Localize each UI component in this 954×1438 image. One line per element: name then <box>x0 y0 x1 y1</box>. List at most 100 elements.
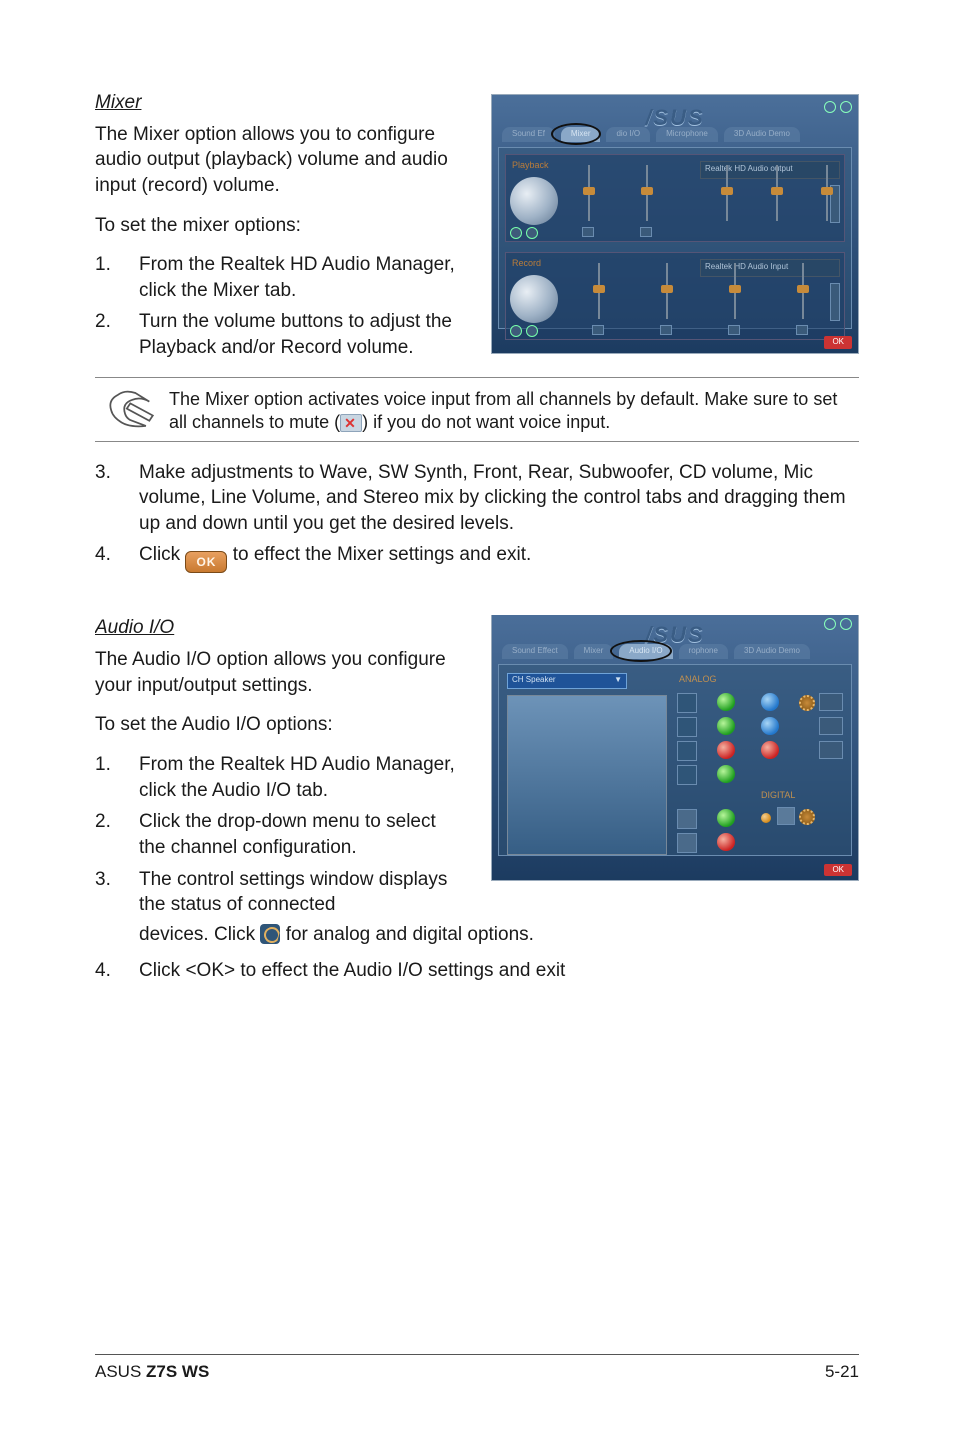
step-text: devices. Click for analog and digital op… <box>139 922 859 948</box>
screenshot-ok-button: OK <box>824 864 852 877</box>
mute-toggle-icon <box>582 227 594 237</box>
jack-red-icon <box>717 833 735 851</box>
step-2: 2. Click the drop-down menu to select th… <box>95 809 465 860</box>
jack-green-icon <box>717 809 735 827</box>
tab-3d-audio: 3D Audio Demo <box>724 127 800 142</box>
footer-brand: ASUS <box>95 1362 146 1381</box>
volume-slider <box>802 263 804 319</box>
step-number <box>95 922 139 948</box>
volume-slider <box>588 165 590 221</box>
screenshot-body: Playback Realtek HD Audio output Record … <box>498 147 852 329</box>
jack-red-icon <box>761 741 779 759</box>
step-2: 2. Turn the volume buttons to adjust the… <box>95 309 465 360</box>
step-4: 4. Click <OK> to effect the Audio I/O se… <box>95 958 859 984</box>
step-text: From the Realtek HD Audio Manager, click… <box>139 252 465 303</box>
mixer-prelist: To set the mixer options: <box>95 213 465 239</box>
note-block: The Mixer option activates voice input f… <box>95 377 859 442</box>
tab-microphone: Microphone <box>656 127 718 142</box>
jack-icon <box>677 717 697 737</box>
step-number: 1. <box>95 752 139 803</box>
step3-line2a: devices. Click <box>139 924 260 945</box>
digital-port-icon <box>677 809 697 829</box>
mute-icon <box>340 414 362 432</box>
wrench-icon <box>799 695 815 711</box>
playback-label: Playback <box>512 159 549 171</box>
note-text: The Mixer option activates voice input f… <box>169 384 859 435</box>
jack-red-icon <box>717 741 735 759</box>
footer-page: 5-21 <box>825 1361 859 1384</box>
playback-device-box: Realtek HD Audio output <box>700 161 840 179</box>
step4-post: to effect the Mixer settings and exit. <box>227 544 531 565</box>
screenshot-body: CH Speaker ANALOG DIGITAL <box>498 664 852 856</box>
volume-slider <box>734 263 736 319</box>
step-text: Click <OK> to effect the Audio I/O setti… <box>139 958 859 984</box>
mixer-screenshot: /SUS Sound Ef Mixer dio I/O Microphone 3… <box>491 94 859 354</box>
footer-model: Z7S WS <box>146 1362 209 1381</box>
record-label: Record <box>512 257 541 269</box>
step-text: Make adjustments to Wave, SW Synth, Fron… <box>139 460 859 537</box>
step-number: 4. <box>95 542 139 573</box>
wrench-icon <box>799 809 815 825</box>
step-4: 4. Click OK to effect the Mixer settings… <box>95 542 859 573</box>
record-device-box: Realtek HD Audio Input <box>700 259 840 277</box>
mute-toggle-icon <box>728 325 740 335</box>
window-close-icon <box>840 618 852 630</box>
volume-knob-icon <box>510 177 558 225</box>
mixer-steps-3-4: 3. Make adjustments to Wave, SW Synth, F… <box>95 460 859 574</box>
volume-knob-icon <box>510 275 558 323</box>
jack-green-icon <box>717 693 735 711</box>
step-1: 1. From the Realtek HD Audio Manager, cl… <box>95 752 465 803</box>
status-dot-icon <box>761 813 771 823</box>
footer-left: ASUS Z7S WS <box>95 1361 209 1384</box>
page-footer: ASUS Z7S WS 5-21 <box>95 1354 859 1384</box>
record-panel: Record Realtek HD Audio Input <box>505 252 845 340</box>
digital-port-icon <box>677 833 697 853</box>
audio-io-screenshot: /SUS Sound Effect Mixer Audio I/O rophon… <box>491 615 859 881</box>
tab-microphone: rophone <box>679 644 728 659</box>
knob-buttons <box>510 325 538 337</box>
step-number: 1. <box>95 252 139 303</box>
jack-blue-icon <box>761 693 779 711</box>
step-number: 3. <box>95 460 139 537</box>
step-text: Click the drop-down menu to select the c… <box>139 809 465 860</box>
tab-audio-io: dio I/O <box>606 127 650 142</box>
mute-toggle-icon <box>640 227 652 237</box>
step-text: From the Realtek HD Audio Manager, click… <box>139 752 465 803</box>
mixer-intro: The Mixer option allows you to configure… <box>95 122 465 199</box>
step-number: 3. <box>95 867 139 918</box>
playback-panel: Playback Realtek HD Audio output <box>505 154 845 242</box>
step-number: 4. <box>95 958 139 984</box>
jack-green-icon <box>717 717 735 735</box>
scroll-arrow-icon <box>830 283 840 321</box>
step4-pre: Click <box>139 544 185 565</box>
note-icon <box>95 384 169 428</box>
digital-out-icon <box>777 807 795 825</box>
note-text-b: ) if you do not want voice input. <box>362 412 610 432</box>
screenshot-ok-button: OK <box>824 336 852 349</box>
audioio-prelist: To set the Audio I/O options: <box>95 712 465 738</box>
analog-label: ANALOG <box>679 673 717 685</box>
jack-blue-icon <box>761 717 779 735</box>
mixer-steps-1-2: 1. From the Realtek HD Audio Manager, cl… <box>95 252 465 361</box>
wrench-icon <box>260 924 280 944</box>
screenshot-tabs: Sound Effect Mixer Audio I/O rophone 3D … <box>502 644 848 659</box>
highlight-oval <box>551 123 601 145</box>
audioio-steps-1-2: 1. From the Realtek HD Audio Manager, cl… <box>95 752 465 918</box>
jack-icon <box>677 741 697 761</box>
volume-slider <box>646 165 648 221</box>
mute-toggle-icon <box>796 325 808 335</box>
step-text: The control settings window displays the… <box>139 867 465 918</box>
volume-slider <box>826 165 828 221</box>
audioio-intro: The Audio I/O option allows you configur… <box>95 647 465 698</box>
volume-slider <box>726 165 728 221</box>
room-illustration <box>507 695 667 855</box>
step-number: 2. <box>95 309 139 360</box>
step-3: 3. The control settings window displays … <box>95 867 465 918</box>
step-text: Click OK to effect the Mixer settings an… <box>139 542 859 573</box>
device-slot-icon <box>819 693 843 711</box>
device-slot-icon <box>819 741 843 759</box>
tab-sound-effect: Sound Effect <box>502 644 568 659</box>
jack-green-icon <box>717 765 735 783</box>
jack-icon <box>677 765 697 785</box>
tab-sound-effect: Sound Ef <box>502 127 555 142</box>
